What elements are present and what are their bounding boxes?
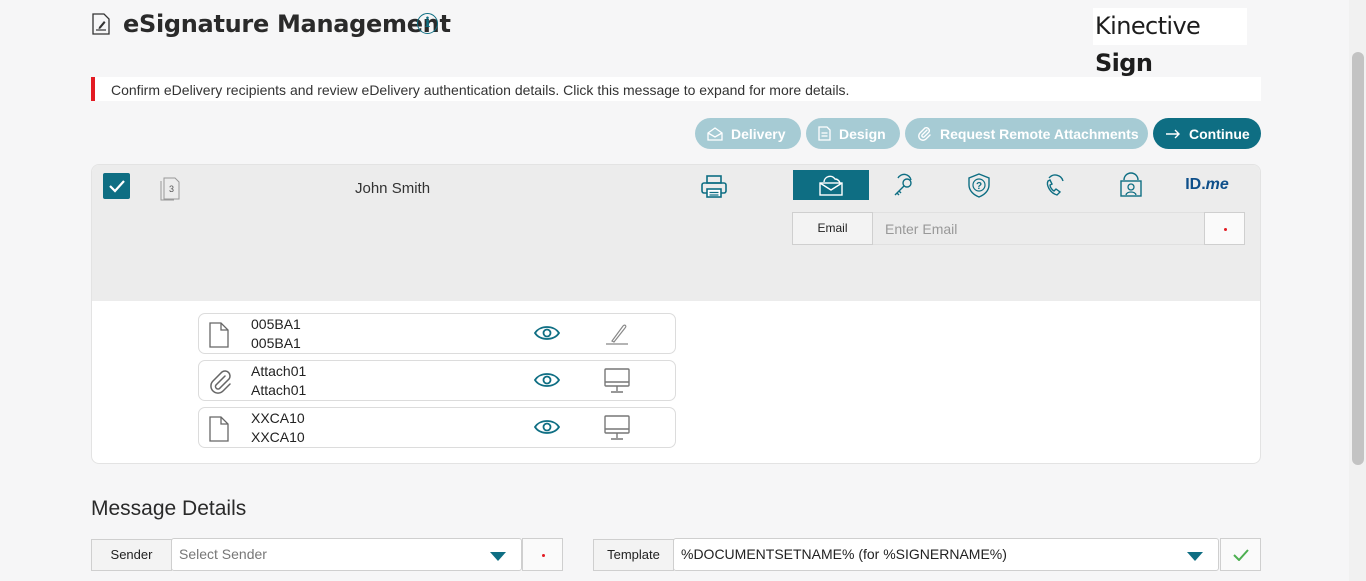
document-name: 005BA1 (251, 316, 301, 332)
chevron-down-icon (490, 552, 506, 561)
sender-select-value: Select Sender (179, 546, 267, 562)
email-required-indicator (1204, 212, 1245, 245)
eye-icon[interactable] (534, 371, 560, 389)
document-sign-icon (92, 13, 110, 35)
message-details-title: Message Details (91, 497, 247, 520)
signer-header: 3 John Smith ? ID.me Email (92, 165, 1260, 301)
document-row: 005BA1 005BA1 (198, 313, 676, 354)
remote-attachments-label: Request Remote Attachments (940, 125, 1139, 142)
email-field-label: Email (792, 212, 873, 245)
design-label: Design (839, 125, 886, 142)
chevron-down-icon (1187, 552, 1203, 561)
document-icon (818, 126, 831, 141)
document-icon (209, 416, 229, 442)
scrollbar-thumb[interactable] (1352, 52, 1364, 465)
design-button[interactable]: Design (806, 118, 900, 149)
document-name: XXCA10 (251, 410, 305, 426)
signer-name: John Smith (355, 180, 431, 197)
eye-icon[interactable] (534, 324, 560, 342)
request-remote-attachments-button[interactable]: Request Remote Attachments (905, 118, 1148, 149)
page-title: eSignature Management (123, 10, 451, 38)
info-icon[interactable]: i (417, 13, 438, 34)
auth-id-tab[interactable] (1093, 170, 1169, 200)
template-label: Template (593, 539, 674, 571)
paperclip-icon (210, 370, 231, 394)
auth-idme-tab[interactable]: ID.me (1169, 170, 1245, 200)
document-icon (209, 322, 229, 348)
document-row: XXCA10 XXCA10 (198, 407, 676, 448)
auth-email-tab[interactable] (793, 170, 869, 200)
signer-card: 3 John Smith ? ID.me Email 005BA1 005BA1 (91, 164, 1261, 464)
monitor-icon[interactable] (604, 368, 630, 394)
question-shield-icon: ? (968, 173, 990, 198)
arrow-right-icon (1166, 129, 1180, 138)
eye-icon[interactable] (534, 418, 560, 436)
monitor-icon[interactable] (604, 415, 630, 441)
document-id: 005BA1 (251, 335, 301, 351)
continue-label: Continue (1189, 125, 1250, 142)
sender-select[interactable]: Select Sender (171, 538, 522, 571)
check-icon (1232, 548, 1249, 561)
sender-label: Sender (91, 539, 172, 571)
idme-logo: ID.me (1185, 176, 1229, 193)
document-count-icon: 3 (160, 175, 182, 201)
template-select[interactable]: %DOCUMENTSETNAME% (for %SIGNERNAME%) (673, 538, 1219, 571)
template-valid-indicator (1220, 538, 1261, 571)
delivery-label: Delivery (731, 125, 786, 142)
svg-text:?: ? (976, 181, 982, 192)
continue-button[interactable]: Continue (1153, 118, 1261, 149)
document-count-text: 3 (169, 184, 174, 194)
key-icon (894, 173, 912, 196)
alert-message: Confirm eDelivery recipients and review … (111, 82, 850, 98)
delivery-button[interactable]: Delivery (695, 118, 801, 149)
document-id: Attach01 (251, 382, 307, 398)
email-field[interactable] (873, 212, 1204, 245)
brand-logo: Kinective Sign (1093, 8, 1247, 77)
phone-icon (1046, 174, 1064, 196)
auth-phone-tab[interactable] (1017, 170, 1093, 200)
checkmark-icon (109, 180, 125, 193)
document-name: Attach01 (251, 363, 307, 379)
id-card-icon (1120, 172, 1142, 197)
signature-pen-icon[interactable] (604, 321, 630, 347)
email-icon (819, 175, 843, 196)
document-row: Attach01 Attach01 (198, 360, 676, 401)
sender-required-indicator (522, 538, 563, 571)
signer-checkbox[interactable] (103, 173, 130, 199)
envelope-open-icon (707, 126, 723, 141)
auth-key-tab[interactable] (865, 170, 941, 200)
paperclip-icon (918, 127, 931, 141)
template-select-value: %DOCUMENTSETNAME% (for %SIGNERNAME%) (681, 546, 1007, 562)
document-id: XXCA10 (251, 429, 305, 445)
alert-banner[interactable]: Confirm eDelivery recipients and review … (91, 77, 1261, 101)
printer-icon[interactable] (701, 175, 727, 199)
auth-question-tab[interactable]: ? (941, 170, 1017, 200)
